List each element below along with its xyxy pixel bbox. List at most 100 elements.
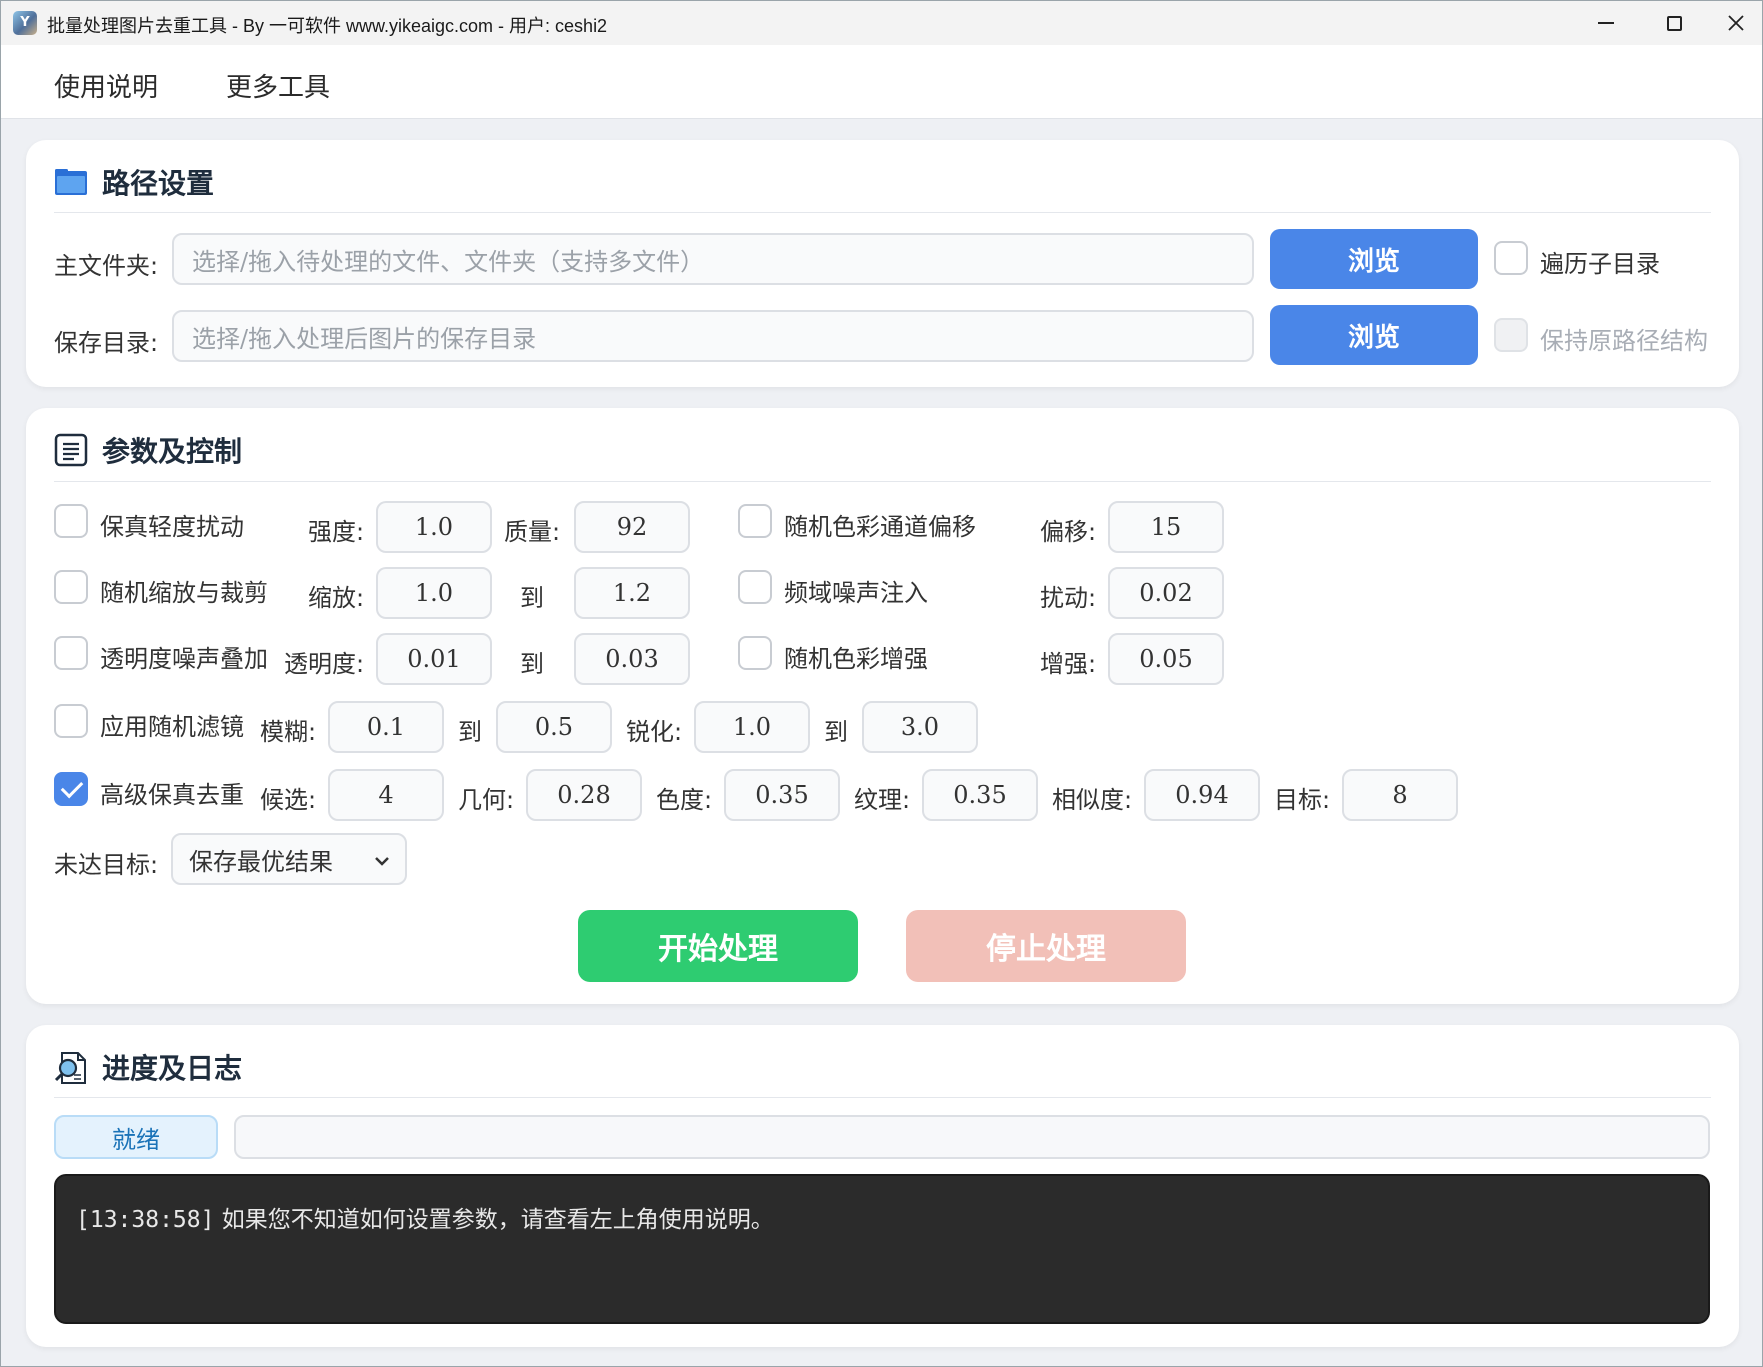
close-button[interactable]	[1702, 1, 1762, 45]
alpha-to-label: 到	[520, 650, 544, 678]
path-settings-title-text: 路径设置	[102, 167, 215, 200]
freq-noise-checkbox[interactable]	[738, 570, 772, 604]
alpha-noise-checkbox[interactable]	[54, 636, 88, 670]
log-message: 如果您不知道如何设置参数，请查看左上角使用说明。	[214, 1207, 774, 1233]
target-label: 目标:	[1274, 786, 1331, 814]
params-card: 参数及控制 保真轻度扰动 强度: 1.0 质量: 92 随机色彩通道偏移 偏移:…	[26, 408, 1739, 1004]
strength-input[interactable]: 1.0	[376, 501, 492, 553]
random-filter-checkbox[interactable]	[54, 704, 88, 738]
sharpen-to-input[interactable]: 3.0	[862, 701, 978, 753]
blur-to-label: 到	[458, 718, 482, 746]
sharpen-from-input[interactable]: 1.0	[694, 701, 810, 753]
mild-perturb-label: 保真轻度扰动	[100, 513, 244, 541]
status-badge: 就绪	[54, 1115, 218, 1159]
freq-noise-label: 频域噪声注入	[784, 579, 928, 607]
geometry-input[interactable]: 0.28	[526, 769, 642, 821]
color-enhance-label: 随机色彩增强	[784, 645, 928, 673]
app-window: Y 批量处理图片去重工具 - By 一可软件 www.yikeaigc.com …	[0, 0, 1763, 1367]
enhance-label: 增强:	[1040, 650, 1097, 678]
alpha-label: 透明度:	[284, 650, 365, 678]
target-input[interactable]: 8	[1342, 769, 1458, 821]
texture-input[interactable]: 0.35	[922, 769, 1038, 821]
keep-structure-label: 保持原路径结构	[1540, 327, 1708, 355]
random-filter-label: 应用随机滤镜	[100, 713, 244, 741]
candidates-label: 候选:	[260, 786, 317, 814]
keep-structure-checkbox[interactable]	[1494, 318, 1528, 352]
app-logo-icon: Y	[13, 11, 37, 35]
browse-main-folder-button[interactable]: 浏览	[1270, 229, 1478, 289]
blur-label: 模糊:	[260, 718, 317, 746]
scale-to-input[interactable]: 1.2	[574, 567, 690, 619]
window-title: 批量处理图片去重工具 - By 一可软件 www.yikeaigc.com - …	[47, 16, 608, 36]
progress-bar	[234, 1115, 1710, 1159]
candidates-input[interactable]: 4	[328, 769, 444, 821]
main-folder-input[interactable]: 选择/拖入待处理的文件、文件夹（支持多文件）	[172, 233, 1254, 285]
sharpen-to-label: 到	[824, 718, 848, 746]
log-timestamp: [13:38:58]	[76, 1207, 215, 1233]
chroma-label: 色度:	[656, 786, 713, 814]
browse-save-dir-button[interactable]: 浏览	[1270, 305, 1478, 365]
path-settings-title: 路径设置	[54, 162, 214, 202]
start-button[interactable]: 开始处理	[578, 910, 858, 982]
divider	[54, 212, 1711, 213]
divider	[54, 481, 1711, 482]
miss-target-label: 未达目标:	[54, 851, 159, 879]
close-icon	[1728, 15, 1744, 31]
folder-icon	[54, 165, 88, 199]
sharpen-label: 锐化:	[626, 718, 683, 746]
save-dir-label: 保存目录:	[54, 329, 159, 357]
random-scale-crop-checkbox[interactable]	[54, 570, 88, 604]
color-enhance-checkbox[interactable]	[738, 636, 772, 670]
quality-input[interactable]: 92	[574, 501, 690, 553]
menu-more-tools[interactable]: 更多工具	[226, 67, 330, 104]
progress-card: 进度及日志 就绪 [13:38:58] 如果您不知道如何设置参数，请查看左上角使…	[26, 1025, 1739, 1347]
offset-label: 偏移:	[1040, 518, 1097, 546]
search-document-icon	[54, 1050, 88, 1084]
scale-from-input[interactable]: 1.0	[376, 567, 492, 619]
offset-input[interactable]: 15	[1108, 501, 1224, 553]
quality-label: 质量:	[504, 518, 561, 546]
params-title: 参数及控制	[54, 430, 242, 470]
main-folder-label: 主文件夹:	[54, 252, 159, 280]
color-channel-shift-checkbox[interactable]	[738, 504, 772, 538]
traverse-subdirs-checkbox[interactable]	[1494, 241, 1528, 275]
params-title-text: 参数及控制	[102, 435, 243, 468]
path-settings-card: 路径设置 主文件夹: 选择/拖入待处理的文件、文件夹（支持多文件） 浏览 遍历子…	[26, 140, 1739, 387]
chevron-down-icon	[375, 857, 389, 866]
alpha-from-input[interactable]: 0.01	[376, 633, 492, 685]
minimize-icon	[1598, 22, 1614, 24]
mild-perturb-checkbox[interactable]	[54, 504, 88, 538]
alpha-noise-label: 透明度噪声叠加	[100, 645, 268, 673]
maximize-button[interactable]	[1640, 1, 1708, 45]
perturb-label: 扰动:	[1040, 584, 1097, 612]
miss-target-select[interactable]: 保存最优结果	[171, 833, 407, 885]
scale-label: 缩放:	[308, 584, 365, 612]
blur-from-input[interactable]: 0.1	[328, 701, 444, 753]
random-scale-crop-label: 随机缩放与裁剪	[100, 579, 268, 607]
enhance-input[interactable]: 0.05	[1108, 633, 1224, 685]
log-panel[interactable]: [13:38:58] 如果您不知道如何设置参数，请查看左上角使用说明。	[54, 1174, 1710, 1324]
scale-to-label: 到	[520, 584, 544, 612]
similarity-label: 相似度:	[1052, 786, 1133, 814]
advanced-dedupe-label: 高级保真去重	[100, 781, 244, 809]
color-channel-shift-label: 随机色彩通道偏移	[784, 513, 976, 541]
blur-to-input[interactable]: 0.5	[496, 701, 612, 753]
strength-label: 强度:	[308, 518, 365, 546]
stop-button[interactable]: 停止处理	[906, 910, 1186, 982]
maximize-icon	[1666, 15, 1682, 31]
progress-title-text: 进度及日志	[102, 1052, 243, 1085]
save-dir-input[interactable]: 选择/拖入处理后图片的保存目录	[172, 310, 1254, 362]
texture-label: 纹理:	[854, 786, 911, 814]
traverse-subdirs-label: 遍历子目录	[1540, 250, 1660, 278]
chroma-input[interactable]: 0.35	[724, 769, 840, 821]
minimize-button[interactable]	[1572, 1, 1640, 45]
miss-target-value: 保存最优结果	[189, 847, 333, 876]
advanced-dedupe-checkbox[interactable]	[54, 772, 88, 806]
alpha-to-input[interactable]: 0.03	[574, 633, 690, 685]
similarity-input[interactable]: 0.94	[1144, 769, 1260, 821]
list-document-icon	[54, 433, 88, 467]
menu-help[interactable]: 使用说明	[54, 67, 158, 104]
divider	[54, 1097, 1711, 1098]
title-bar: Y 批量处理图片去重工具 - By 一可软件 www.yikeaigc.com …	[1, 1, 1762, 45]
perturb-input[interactable]: 0.02	[1108, 567, 1224, 619]
